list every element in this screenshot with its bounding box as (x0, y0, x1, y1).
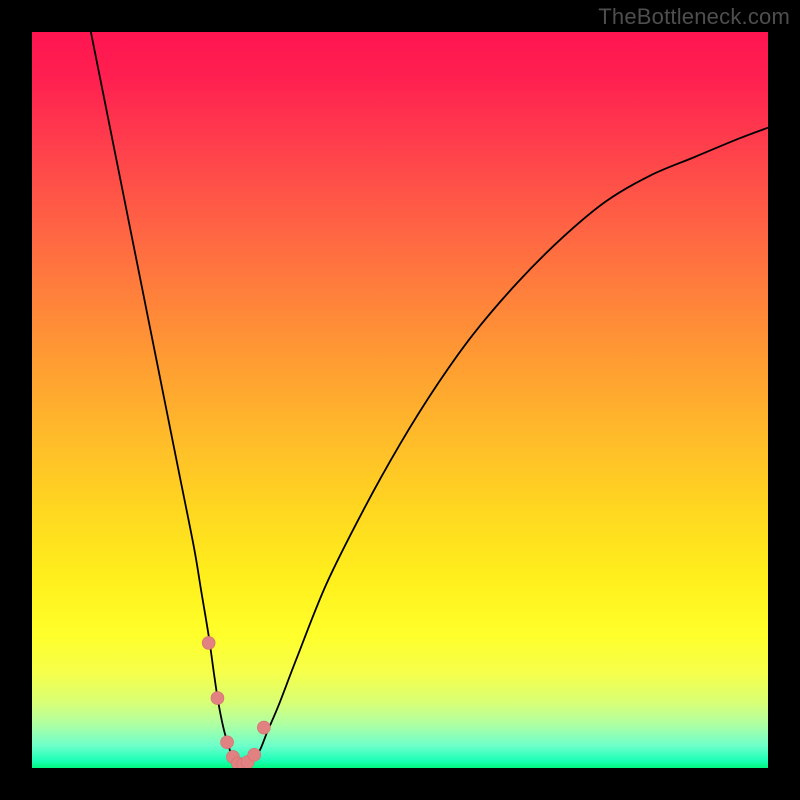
curve-svg (32, 32, 768, 768)
curve-marker (221, 736, 234, 749)
chart-frame: TheBottleneck.com (0, 0, 800, 800)
curve-marker (257, 721, 270, 734)
plot-area (32, 32, 768, 768)
curve-marker (211, 692, 224, 705)
curve-marker (248, 748, 261, 761)
bottleneck-curve (91, 32, 768, 765)
watermark-text: TheBottleneck.com (598, 4, 790, 30)
curve-marker (202, 636, 215, 649)
